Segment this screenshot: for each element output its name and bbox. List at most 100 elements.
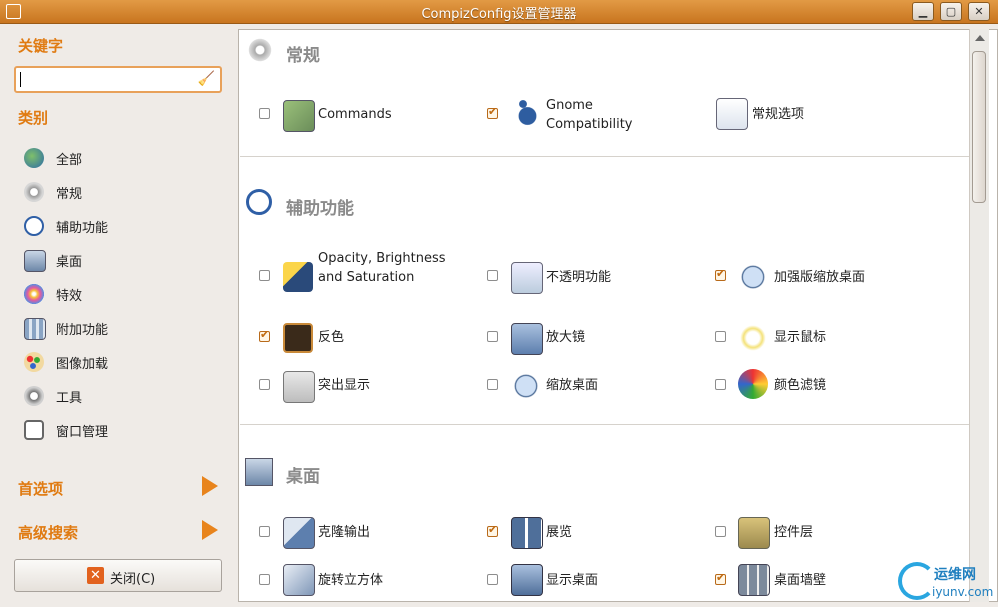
globe-icon xyxy=(24,148,44,168)
magnifier-icon xyxy=(511,323,543,355)
filter-heading: 关键字 xyxy=(18,37,64,55)
accessibility-icon xyxy=(24,216,44,236)
effects-icon xyxy=(24,284,44,304)
desktop-icon xyxy=(245,458,273,486)
watermark-url: iyunv.com xyxy=(932,585,994,599)
show-mouse-icon xyxy=(738,323,768,353)
gears-icon xyxy=(246,36,274,64)
maximize-button[interactable]: ▢ xyxy=(940,2,962,21)
category-label: 附加功能 xyxy=(56,323,109,338)
brightness-icon xyxy=(283,262,313,292)
plugin-checkbox-rotate-cube[interactable] xyxy=(259,574,270,585)
plugin-checkbox-zoom-desktop[interactable] xyxy=(487,379,498,390)
highlight-icon xyxy=(283,371,315,403)
extras-icon xyxy=(24,318,46,340)
rotate-cube-icon xyxy=(283,564,315,596)
advanced-search-label: 高级搜索 xyxy=(18,524,79,542)
clear-broom-icon[interactable]: 🧹 xyxy=(198,71,215,87)
category-label: 全部 xyxy=(56,153,83,168)
plugin-label: 克隆输出 xyxy=(318,525,371,540)
color-filter-icon xyxy=(738,369,768,399)
plugin-checkbox-show-mouse[interactable] xyxy=(715,331,726,342)
watermark-logo: 运维网 iyunv.com xyxy=(898,560,998,607)
plugin-checkbox-clone-output[interactable] xyxy=(259,526,270,537)
category-label: 桌面 xyxy=(56,255,83,270)
search-input[interactable]: 🧹 xyxy=(14,66,222,93)
vertical-scrollbar[interactable] xyxy=(969,29,989,602)
window-title: CompizConfig设置管理器 xyxy=(421,7,577,22)
watermark-swirl-icon xyxy=(898,562,936,600)
zoom-desktop-icon xyxy=(511,371,541,401)
window-icon xyxy=(24,420,44,440)
section-divider xyxy=(240,424,969,425)
category-label: 特效 xyxy=(56,289,83,304)
image-icon xyxy=(24,352,44,372)
arrow-right-icon xyxy=(202,520,218,540)
expo-icon xyxy=(511,517,543,549)
text-caret xyxy=(20,72,21,87)
section-title-accessibility: 辅助功能 xyxy=(286,199,354,219)
category-label: 常规 xyxy=(56,187,83,202)
plugin-checkbox-desktop-wall[interactable] xyxy=(715,571,726,585)
plugin-checkbox-enhanced-zoom[interactable] xyxy=(715,267,726,281)
opacity-icon xyxy=(511,262,543,294)
plugin-label: 加强版缩放桌面 xyxy=(774,270,866,285)
category-label: 辅助功能 xyxy=(56,221,109,236)
plugin-checkbox-invert[interactable] xyxy=(259,328,270,342)
enhanced-zoom-icon xyxy=(738,262,768,292)
scroll-thumb[interactable] xyxy=(972,51,986,203)
plugin-label: 缩放桌面 xyxy=(546,378,599,393)
gnome-foot-icon xyxy=(511,98,541,128)
close-label: 关闭(C) xyxy=(110,572,156,587)
plugin-label: Gnome Compatibility xyxy=(546,98,633,132)
plugin-label: Opacity, Brightness and Saturation xyxy=(318,251,446,285)
close-window-button[interactable]: ✕ xyxy=(968,2,990,21)
advanced-search-link[interactable]: 高级搜索 xyxy=(18,520,218,544)
plugin-label: 展览 xyxy=(546,525,573,540)
plugin-checkbox-show-desktop[interactable] xyxy=(487,574,498,585)
gears-icon xyxy=(24,182,44,202)
plugin-checkbox-widget-layer[interactable] xyxy=(715,526,726,537)
scroll-up-icon[interactable] xyxy=(975,35,985,41)
section-title-desktop: 桌面 xyxy=(286,467,320,487)
plugin-label: 颜色滤镜 xyxy=(774,378,827,393)
plugin-label: 放大镜 xyxy=(546,330,586,345)
plugin-checkbox-commands[interactable] xyxy=(259,108,270,119)
plugin-checkbox-expo[interactable] xyxy=(487,523,498,537)
preferences-link[interactable]: 首选项 xyxy=(18,476,218,500)
plugin-checkbox-magnifier[interactable] xyxy=(487,331,498,342)
category-label: 窗口管理 xyxy=(56,425,109,440)
tools-icon xyxy=(24,386,44,406)
desktop-icon xyxy=(24,250,46,272)
plugin-label: 显示桌面 xyxy=(546,573,599,588)
watermark-text: 运维网 xyxy=(934,567,976,583)
plugin-checkbox-highlight[interactable] xyxy=(259,379,270,390)
plugin-label: Commands xyxy=(318,107,392,122)
plugin-checkbox-opacity-feature[interactable] xyxy=(487,270,498,281)
minimize-button[interactable]: ▁ xyxy=(912,2,934,21)
plugin-label: 控件层 xyxy=(774,525,814,540)
clone-output-icon xyxy=(283,517,315,549)
close-button[interactable]: ✕ 关闭(C) xyxy=(14,559,222,592)
plugin-checkbox-gnome-compatibility[interactable] xyxy=(487,105,498,119)
preferences-label: 首选项 xyxy=(18,480,64,498)
general-options-icon xyxy=(716,98,748,130)
invert-icon xyxy=(283,323,313,353)
show-desktop-icon xyxy=(511,564,543,596)
plugin-label: 桌面墙壁 xyxy=(774,573,827,588)
section-divider xyxy=(240,156,969,157)
plugin-label: 常规选项 xyxy=(752,107,805,122)
category-label: 图像加载 xyxy=(56,357,109,372)
plugin-label: 反色 xyxy=(318,330,345,345)
accessibility-icon xyxy=(246,189,272,215)
section-title-general: 常规 xyxy=(286,46,320,66)
plugin-label: 不透明功能 xyxy=(546,270,612,285)
arrow-right-icon xyxy=(202,476,218,496)
plugin-checkbox-opacity[interactable] xyxy=(259,270,270,281)
desktop-wall-icon xyxy=(738,564,770,596)
plugin-checkbox-color-filter[interactable] xyxy=(715,379,726,390)
category-label: 工具 xyxy=(56,391,83,406)
title-bar: CompizConfig设置管理器 ▁ ▢ ✕ xyxy=(0,0,998,24)
commands-icon xyxy=(283,100,315,132)
category-heading: 类别 xyxy=(18,109,49,127)
